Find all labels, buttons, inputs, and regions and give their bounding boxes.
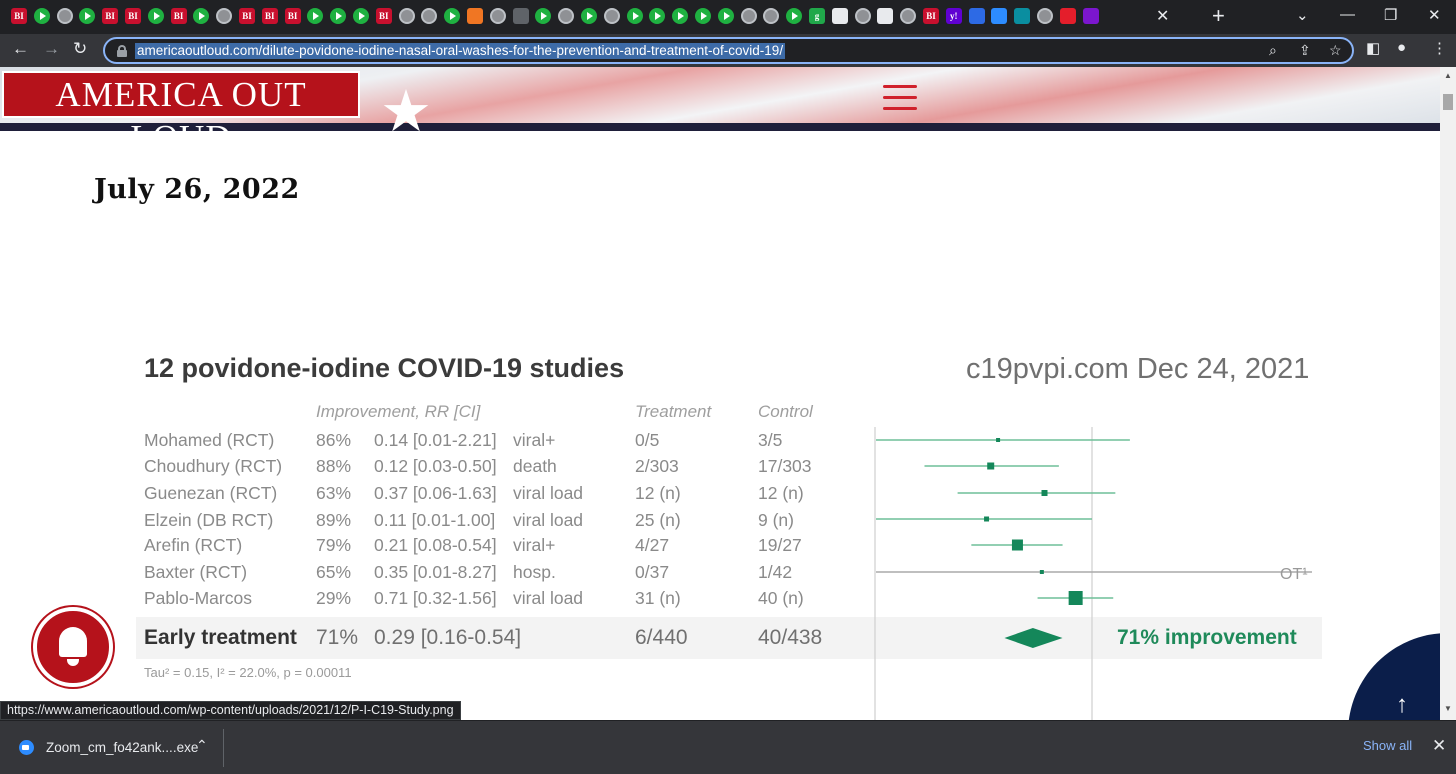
tab-strip: ✕ + ⌄ — ❐ ✕ BI BI BI BI BI BI BI BI g BI y!: [0, 0, 1456, 34]
tab-favicon-play-icon[interactable]: [79, 8, 96, 24]
menu-kebab-icon[interactable]: ⋮: [1432, 39, 1447, 57]
point-marker-5: [1011, 539, 1023, 551]
tab-favicon-play-icon[interactable]: [353, 8, 369, 24]
close-window-icon[interactable]: ✕: [1428, 6, 1441, 24]
chevron-up-icon[interactable]: ⌃: [196, 737, 208, 754]
show-all-button[interactable]: Show all: [1352, 734, 1423, 757]
download-file-name[interactable]: Zoom_cm_fo42ank....exe: [46, 740, 198, 755]
tab-favicon-globe-icon[interactable]: [900, 8, 917, 24]
forest-plot-figure[interactable]: 12 povidone-iodine COVID-19 studies c19p…: [100, 327, 1340, 720]
scroll-down-arrow-icon[interactable]: ▼: [1444, 704, 1452, 713]
reload-icon[interactable]: ↻: [73, 39, 87, 59]
status-bar-url: https://www.americaoutloud.com/wp-conten…: [0, 701, 461, 720]
forward-icon[interactable]: →: [43, 39, 60, 59]
tab-favicon-globe-icon[interactable]: [854, 8, 871, 24]
tab-favicon-bi-icon[interactable]: BI: [923, 8, 939, 24]
tab-favicon-teal-icon[interactable]: [1014, 8, 1031, 24]
point-marker-1: [996, 438, 1001, 442]
point-marker-7: [1068, 591, 1083, 605]
tab-favicon-play-icon[interactable]: [330, 8, 347, 24]
tab-favicon-play-icon[interactable]: [33, 8, 50, 24]
bookmark-star-icon[interactable]: ☆: [1329, 42, 1342, 59]
tab-favicon-play-icon[interactable]: [444, 8, 461, 24]
tab-favicon-globe-icon[interactable]: [489, 8, 506, 24]
tab-favicon-play-icon[interactable]: [581, 8, 597, 24]
site-logo[interactable]: AMERICA OUT LOUD: [2, 71, 360, 157]
tab-favicon-bi-icon[interactable]: BI: [375, 8, 392, 24]
tab-favicon-bi-icon[interactable]: BI: [102, 8, 119, 24]
arrow-up-icon: ↑: [1396, 691, 1408, 718]
scroll-up-arrow-icon[interactable]: ▲: [1444, 71, 1452, 80]
star-icon: ★: [380, 79, 432, 144]
tab-favicon-play-icon[interactable]: [307, 8, 324, 24]
side-panel-icon[interactable]: ◧: [1366, 39, 1380, 57]
tab-favicon-globe-icon[interactable]: [763, 8, 780, 24]
point-marker-4: [984, 516, 990, 522]
tab-favicon-play-icon[interactable]: [672, 8, 689, 24]
zoom-file-icon: [19, 740, 34, 755]
browser-toolbar: ← → ↻ americaoutloud.com/dilute-povidone…: [0, 34, 1456, 67]
tab-favicon-bi-icon[interactable]: BI: [11, 8, 27, 24]
tab-favicon-play-icon[interactable]: [626, 8, 643, 24]
ot-label: OT¹: [1280, 566, 1308, 583]
tab-favicon-globe-icon[interactable]: [603, 8, 620, 24]
tab-favicon-purple-icon[interactable]: [1082, 8, 1099, 24]
tab-favicon-g-icon[interactable]: g: [809, 8, 825, 24]
tab-favicon-bi-icon[interactable]: BI: [239, 8, 255, 24]
tab-favicon-blue-icon[interactable]: [968, 8, 985, 24]
tab-favicon-y-icon[interactable]: y!: [945, 8, 962, 24]
tab-favicon-zoom-icon[interactable]: [991, 8, 1008, 24]
page-scrollbar[interactable]: ▲ ▼: [1440, 67, 1456, 720]
address-bar[interactable]: americaoutloud.com/dilute-povidone-iodin…: [103, 37, 1354, 64]
minimize-icon[interactable]: —: [1340, 6, 1355, 23]
tab-favicon-play-icon[interactable]: [649, 8, 666, 24]
close-tab-icon[interactable]: ✕: [1156, 6, 1172, 26]
scrollbar-thumb[interactable]: [1443, 94, 1453, 110]
back-icon[interactable]: ←: [12, 39, 29, 59]
download-bar: Zoom_cm_fo42ank....exe ⌃ Show all ✕: [0, 720, 1456, 774]
scroll-to-top-button[interactable]: ↑: [1348, 633, 1440, 720]
tab-favicon-bi-icon[interactable]: BI: [125, 8, 141, 24]
point-marker-2: [987, 462, 995, 470]
summary-diamond: [1004, 628, 1063, 648]
tab-favicon-play-icon[interactable]: [786, 8, 803, 24]
tab-favicon-globe-icon[interactable]: [216, 8, 233, 24]
tab-favicon-play-icon[interactable]: [717, 8, 734, 24]
point-marker-6: [1039, 570, 1044, 574]
lock-icon[interactable]: [117, 45, 127, 57]
share-icon[interactable]: ⇪: [1299, 42, 1311, 59]
close-download-bar-icon[interactable]: ✕: [1432, 736, 1446, 756]
tab-favicon-qr-icon[interactable]: [831, 8, 848, 24]
point-marker-3: [1041, 490, 1048, 496]
tab-favicon-globe-icon[interactable]: [740, 8, 757, 24]
url-text[interactable]: americaoutloud.com/dilute-povidone-iodin…: [135, 43, 786, 59]
tab-favicon-bi-icon[interactable]: BI: [170, 8, 187, 24]
zoom-icon[interactable]: ⌕: [1269, 42, 1277, 59]
tab-favicon-qr-icon[interactable]: [877, 8, 894, 24]
tab-search-chevron-icon[interactable]: ⌄: [1296, 6, 1309, 24]
forest-plot-chart: OT¹: [874, 427, 1312, 720]
tab-favicon-play-icon[interactable]: [193, 8, 210, 24]
tab-favicon-play-icon[interactable]: [695, 8, 711, 24]
tab-favicon-red-icon[interactable]: [1059, 8, 1076, 24]
tab-favicon-bi-icon[interactable]: BI: [261, 8, 278, 24]
post-date: July 26, 2022: [94, 174, 300, 205]
tab-favicon-globe-icon[interactable]: [1037, 8, 1053, 24]
tab-favicon-orange-icon[interactable]: [467, 8, 483, 24]
tab-favicon-globe-icon[interactable]: [56, 8, 73, 24]
tab-favicon-globe-icon[interactable]: [398, 8, 415, 24]
tab-favicon-globe-icon[interactable]: [558, 8, 575, 24]
restore-icon[interactable]: ❐: [1384, 6, 1397, 24]
tab-favicon-gray-icon[interactable]: [512, 8, 529, 24]
download-separator: [223, 729, 224, 767]
tab-favicon-play-icon[interactable]: [535, 8, 552, 24]
hamburger-menu-icon[interactable]: [883, 85, 917, 111]
profile-icon[interactable]: ●: [1397, 39, 1406, 56]
tab-favicon-globe-icon[interactable]: [421, 8, 438, 24]
notification-bell-icon[interactable]: [33, 607, 113, 687]
web-page: AMERICA OUT LOUD ★ July 26, 2022 12 povi…: [0, 67, 1440, 720]
tab-favicon-play-icon[interactable]: [147, 8, 164, 24]
new-tab-button[interactable]: +: [1212, 3, 1225, 29]
tab-favicon-bi-icon[interactable]: BI: [284, 8, 301, 24]
